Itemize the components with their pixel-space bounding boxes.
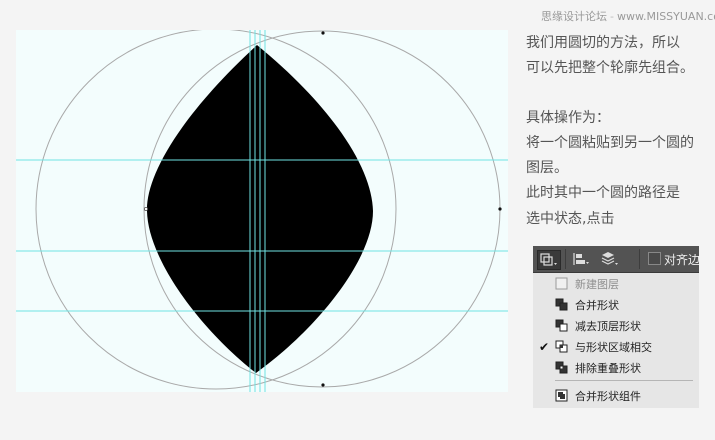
watermark-site-name: 思缘设计论坛 — [541, 10, 607, 23]
merge-shape-components-icon — [555, 389, 568, 402]
menu-item-combine-shapes[interactable]: 合并形状 — [533, 294, 699, 315]
path-operations-panel: 对齐边 新建图层 合并形状 减去顶层形状 ✔ 与形状区域相交 排除重叠形状 合并… — [533, 246, 699, 408]
anchor-point-right[interactable] — [498, 207, 502, 211]
instruction-text: 我们用圆切的方法，所以 可以先把整个轮廓先组合。 具体操作为： 将一个圆粘贴到另… — [526, 31, 715, 232]
align-edges-checkbox[interactable] — [648, 252, 661, 265]
path-arrangement-icon — [601, 252, 618, 265]
menu-item-subtract-front-shape[interactable]: 减去顶层形状 — [533, 315, 699, 336]
instruction-line: 选中状态,点击 — [526, 210, 615, 227]
menu-item-new-layer: 新建图层 — [533, 273, 699, 294]
watermark: 思缘设计论坛-www.MISSYUAN.com — [541, 8, 715, 24]
checkmark-icon: ✔ — [539, 339, 550, 354]
path-alignment-button[interactable] — [570, 250, 592, 268]
menu-item-exclude-overlapping-shapes[interactable]: 排除重叠形状 — [533, 357, 699, 378]
menu-item-label: 排除重叠形状 — [575, 362, 641, 375]
instruction-line: 图层。 — [526, 160, 568, 177]
combine-shapes-icon — [555, 298, 568, 311]
menu-item-label: 新建图层 — [575, 278, 619, 291]
menu-divider — [555, 380, 693, 381]
path-operations-icon — [540, 253, 557, 266]
exclude-overlapping-shapes-icon — [555, 361, 568, 374]
menu-item-label: 合并形状组件 — [575, 390, 641, 403]
instruction-line: 可以先把整个轮廓先组合。 — [526, 60, 694, 77]
menu-item-intersect-shape-areas[interactable]: ✔ 与形状区域相交 — [533, 336, 699, 357]
anchor-point-top[interactable] — [321, 31, 325, 35]
toolbar-divider — [639, 249, 640, 269]
menu-item-label: 减去顶层形状 — [575, 320, 641, 333]
anchor-point-bottom[interactable] — [321, 383, 325, 387]
toolbar-divider — [565, 249, 566, 269]
instruction-line: 将一个圆粘贴到另一个圆的 — [526, 134, 694, 151]
instruction-line: 此时其中一个圆的路径是 — [526, 185, 680, 202]
new-layer-icon — [555, 277, 568, 290]
instruction-line: 我们用圆切的方法，所以 — [526, 35, 680, 51]
watermark-separator: - — [610, 10, 614, 23]
design-canvas[interactable] — [16, 30, 508, 392]
intersect-shape-areas-icon — [555, 340, 568, 353]
path-operations-button[interactable] — [537, 250, 561, 270]
menu-item-merge-shape-components[interactable]: 合并形状组件 — [533, 385, 699, 406]
menu-item-label: 与形状区域相交 — [575, 341, 652, 354]
path-arrangement-button[interactable] — [597, 250, 621, 268]
path-alignment-icon — [573, 253, 589, 265]
instruction-line: 具体操作为： — [526, 109, 610, 126]
options-toolbar: 对齐边 — [533, 246, 699, 273]
align-edges-label: 对齐边 — [664, 253, 699, 267]
watermark-url: www.MISSYUAN.com — [616, 10, 715, 23]
subtract-front-shape-icon — [555, 319, 568, 332]
canvas-artwork — [16, 30, 508, 392]
anchor-point-left[interactable] — [143, 206, 148, 211]
menu-item-label: 合并形状 — [575, 299, 619, 312]
